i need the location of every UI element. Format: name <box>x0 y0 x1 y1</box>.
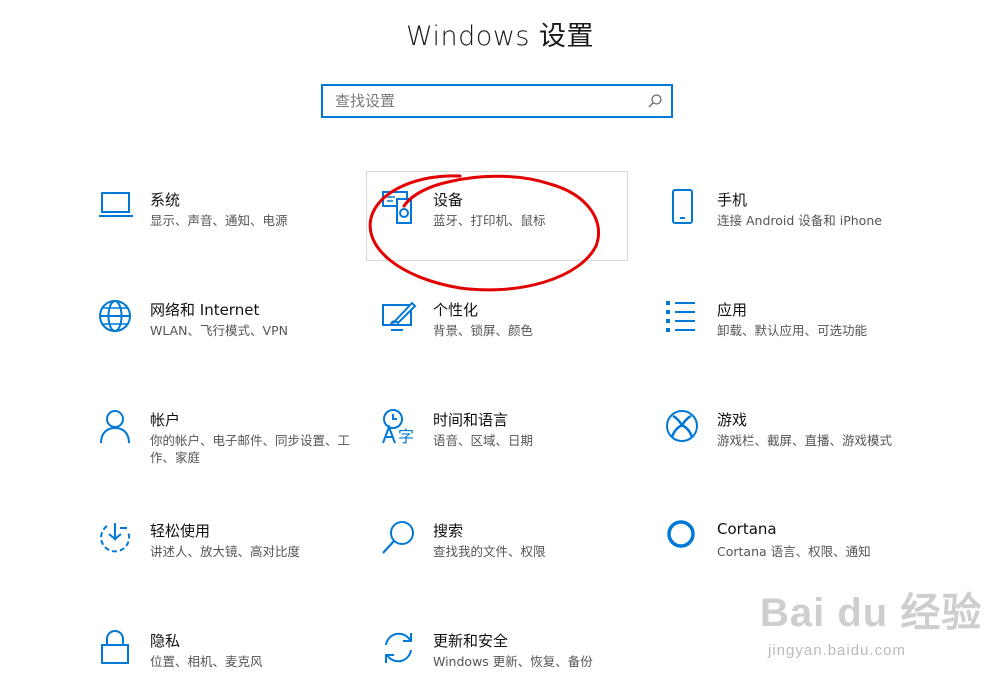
tile-name: 系统 <box>150 191 181 209</box>
apps-list-icon <box>666 301 695 332</box>
tile-network[interactable]: 网络和 Internet WLAN、飞行模式、VPN <box>98 299 360 387</box>
tile-name: 设备 <box>433 191 464 209</box>
tile-name: 时间和语言 <box>433 411 509 429</box>
tile-time-language[interactable]: 字 时间和语言 语音、区域、日期 <box>381 409 643 497</box>
globe-icon <box>99 300 131 332</box>
tile-name: Cortana <box>717 520 777 538</box>
tile-name: 手机 <box>717 191 748 209</box>
tile-name: 搜索 <box>433 522 464 540</box>
tile-privacy[interactable]: 隐私 位置、相机、麦克风 <box>98 630 360 687</box>
tile-desc: 卸载、默认应用、可选功能 <box>717 323 868 338</box>
tile-name: 帐户 <box>150 411 181 429</box>
cortana-icon <box>667 520 695 548</box>
tile-name: 游戏 <box>717 411 748 429</box>
phone-icon <box>672 189 693 224</box>
tile-name: 网络和 Internet <box>150 301 260 319</box>
tile-desc: 背景、锁屏、颜色 <box>433 323 534 338</box>
tile-desc: 位置、相机、麦克风 <box>150 654 263 669</box>
tile-desc: 查找我的文件、权限 <box>433 544 546 559</box>
svg-text:字: 字 <box>398 427 414 445</box>
tile-name: 更新和安全 <box>433 632 509 650</box>
tile-desc: Cortana 语言、权限、通知 <box>717 544 871 559</box>
xbox-icon <box>666 410 698 442</box>
tile-desc: WLAN、飞行模式、VPN <box>150 323 288 338</box>
tile-desc: 蓝牙、打印机、鼠标 <box>433 213 546 228</box>
lock-icon <box>101 630 129 664</box>
search-icon <box>382 521 414 554</box>
tile-update-security[interactable]: 更新和安全 Windows 更新、恢复、备份 <box>381 630 643 687</box>
tile-name: 隐私 <box>150 632 181 650</box>
tile-accounts[interactable]: 帐户 你的帐户、电子邮件、同步设置、工作、家庭 <box>98 409 360 497</box>
devices-icon <box>382 191 412 224</box>
tile-name: 个性化 <box>433 301 479 319</box>
tile-name: 应用 <box>717 301 748 319</box>
tile-devices[interactable]: 设备 蓝牙、打印机、鼠标 <box>381 189 643 277</box>
tile-gaming[interactable]: 游戏 游戏栏、截屏、直播、游戏模式 <box>665 409 927 497</box>
baidu-watermark: Bai du 经验 jingyan.baidu.com <box>760 580 990 680</box>
tile-desc: 游戏栏、截屏、直播、游戏模式 <box>717 433 893 448</box>
ease-of-access-icon <box>100 523 131 553</box>
tile-search[interactable]: 搜索 查找我的文件、权限 <box>381 520 643 608</box>
tile-desc: 连接 Android 设备和 iPhone <box>717 213 882 228</box>
tile-ease-of-access[interactable]: 轻松使用 讲述人、放大镜、高对比度 <box>98 520 360 608</box>
laptop-icon <box>99 192 133 217</box>
sync-icon <box>385 632 412 663</box>
tile-apps[interactable]: 应用 卸载、默认应用、可选功能 <box>665 299 927 387</box>
tile-name: 轻松使用 <box>150 522 211 540</box>
personalization-icon <box>382 301 417 331</box>
search-box[interactable] <box>321 84 673 118</box>
tile-system[interactable]: 系统 显示、声音、通知、电源 <box>98 189 360 277</box>
tile-phone[interactable]: 手机 连接 Android 设备和 iPhone <box>665 189 927 277</box>
tile-desc: 语音、区域、日期 <box>433 433 534 448</box>
search-input[interactable] <box>323 86 633 116</box>
search-icon[interactable] <box>647 93 663 109</box>
time-language-icon: 字 <box>382 409 414 445</box>
tile-desc: 讲述人、放大镜、高对比度 <box>150 544 301 559</box>
tile-desc: Windows 更新、恢复、备份 <box>433 654 593 669</box>
person-icon <box>100 410 130 444</box>
tile-desc: 显示、声音、通知、电源 <box>150 213 288 228</box>
page-title: Windows 设置 <box>405 21 595 52</box>
watermark-logo: Bai du 经验 <box>760 591 983 635</box>
watermark-url: jingyan.baidu.com <box>768 642 906 659</box>
tile-desc: 你的帐户、电子邮件、同步设置、工作、家庭 <box>150 433 351 465</box>
tile-personalization[interactable]: 个性化 背景、锁屏、颜色 <box>381 299 643 387</box>
